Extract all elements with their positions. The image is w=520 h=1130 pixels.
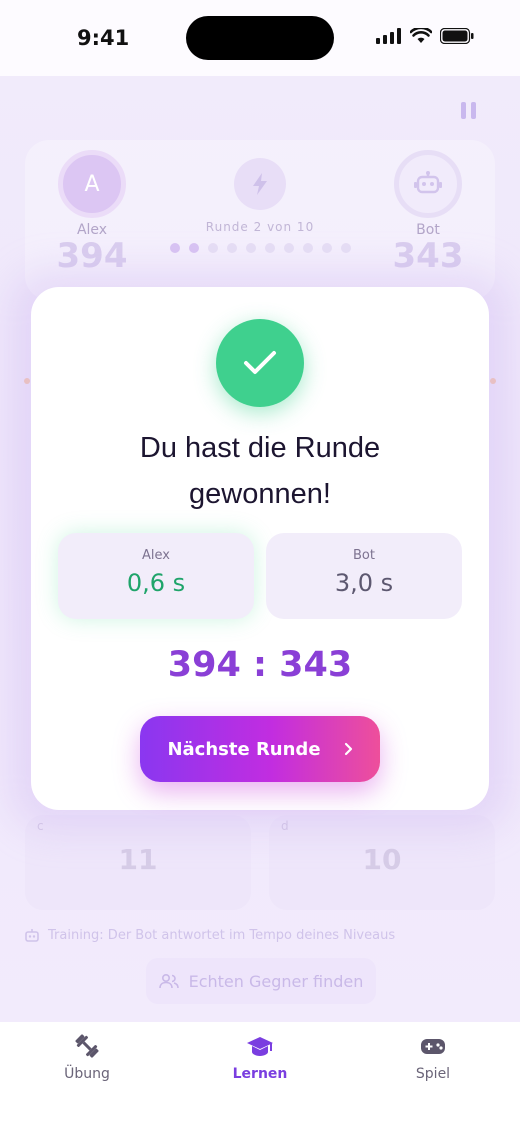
check-icon [216,319,304,407]
round-indicator: Runde 2 von 10 [190,158,330,234]
alex-time-card: Alex 0,6 s [58,533,254,619]
round-won-dialog: Du hast die Runde gewonnen! Alex 0,6 s B… [31,287,489,810]
users-icon [158,973,179,989]
chevron-right-icon [344,742,352,756]
score-line: 394 : 343 [167,645,353,685]
robot-icon [394,150,462,218]
find-opponent-button[interactable]: Echten Gegner finden [146,958,376,1004]
time-card-value: 0,6 s [126,569,186,597]
nav-item-lernen[interactable]: Lernen [200,1032,320,1082]
training-hint-text: Training: Der Bot antwortet im Tempo dei… [48,928,396,943]
status-bar: 9:41 [0,0,520,76]
training-hint: Training: Der Bot antwortet im Tempo dei… [24,928,395,943]
next-round-label: Nächste Runde [167,738,321,760]
nav-item-uebung[interactable]: Übung [27,1032,147,1082]
answer-value: 10 [362,843,402,876]
nav-item-spiel[interactable]: Spiel [373,1032,493,1082]
round-progress-dots [170,243,351,253]
dialog-title: Du hast die Runde gewonnen! [139,432,381,510]
round-label: Runde 2 von 10 [205,220,315,234]
dumbbell-icon [75,1034,99,1058]
bottom-navigation: Übung Lernen Spiel [0,1022,520,1130]
avatar: A [58,150,126,218]
player-alex: A Alex 394 [32,150,152,276]
answer-value: 11 [118,843,158,876]
wifi-icon [410,28,432,43]
status-icons [376,28,474,44]
nav-label: Lernen [232,1066,288,1082]
gamepad-icon [421,1039,445,1054]
time-card-value: 3,0 s [334,569,394,597]
status-time: 9:41 [77,26,130,50]
bolt-icon [234,158,286,210]
player-bot: Bot 343 [368,150,488,276]
nav-label: Spiel [415,1066,451,1082]
battery-icon [440,28,474,44]
bot-time-card: Bot 3,0 s [266,533,462,619]
robot-icon [25,928,39,942]
dynamic-island [186,16,334,60]
pause-icon[interactable] [461,102,476,119]
signal-icon [376,28,401,44]
nav-label: Übung [64,1066,110,1082]
graduation-cap-icon [247,1037,273,1056]
avatar-initial: A [84,171,100,197]
next-round-button[interactable]: Nächste Runde [140,716,380,782]
time-card-name: Alex [142,548,170,563]
find-opponent-label: Echten Gegner finden [188,971,364,991]
time-card-name: Bot [353,548,375,563]
